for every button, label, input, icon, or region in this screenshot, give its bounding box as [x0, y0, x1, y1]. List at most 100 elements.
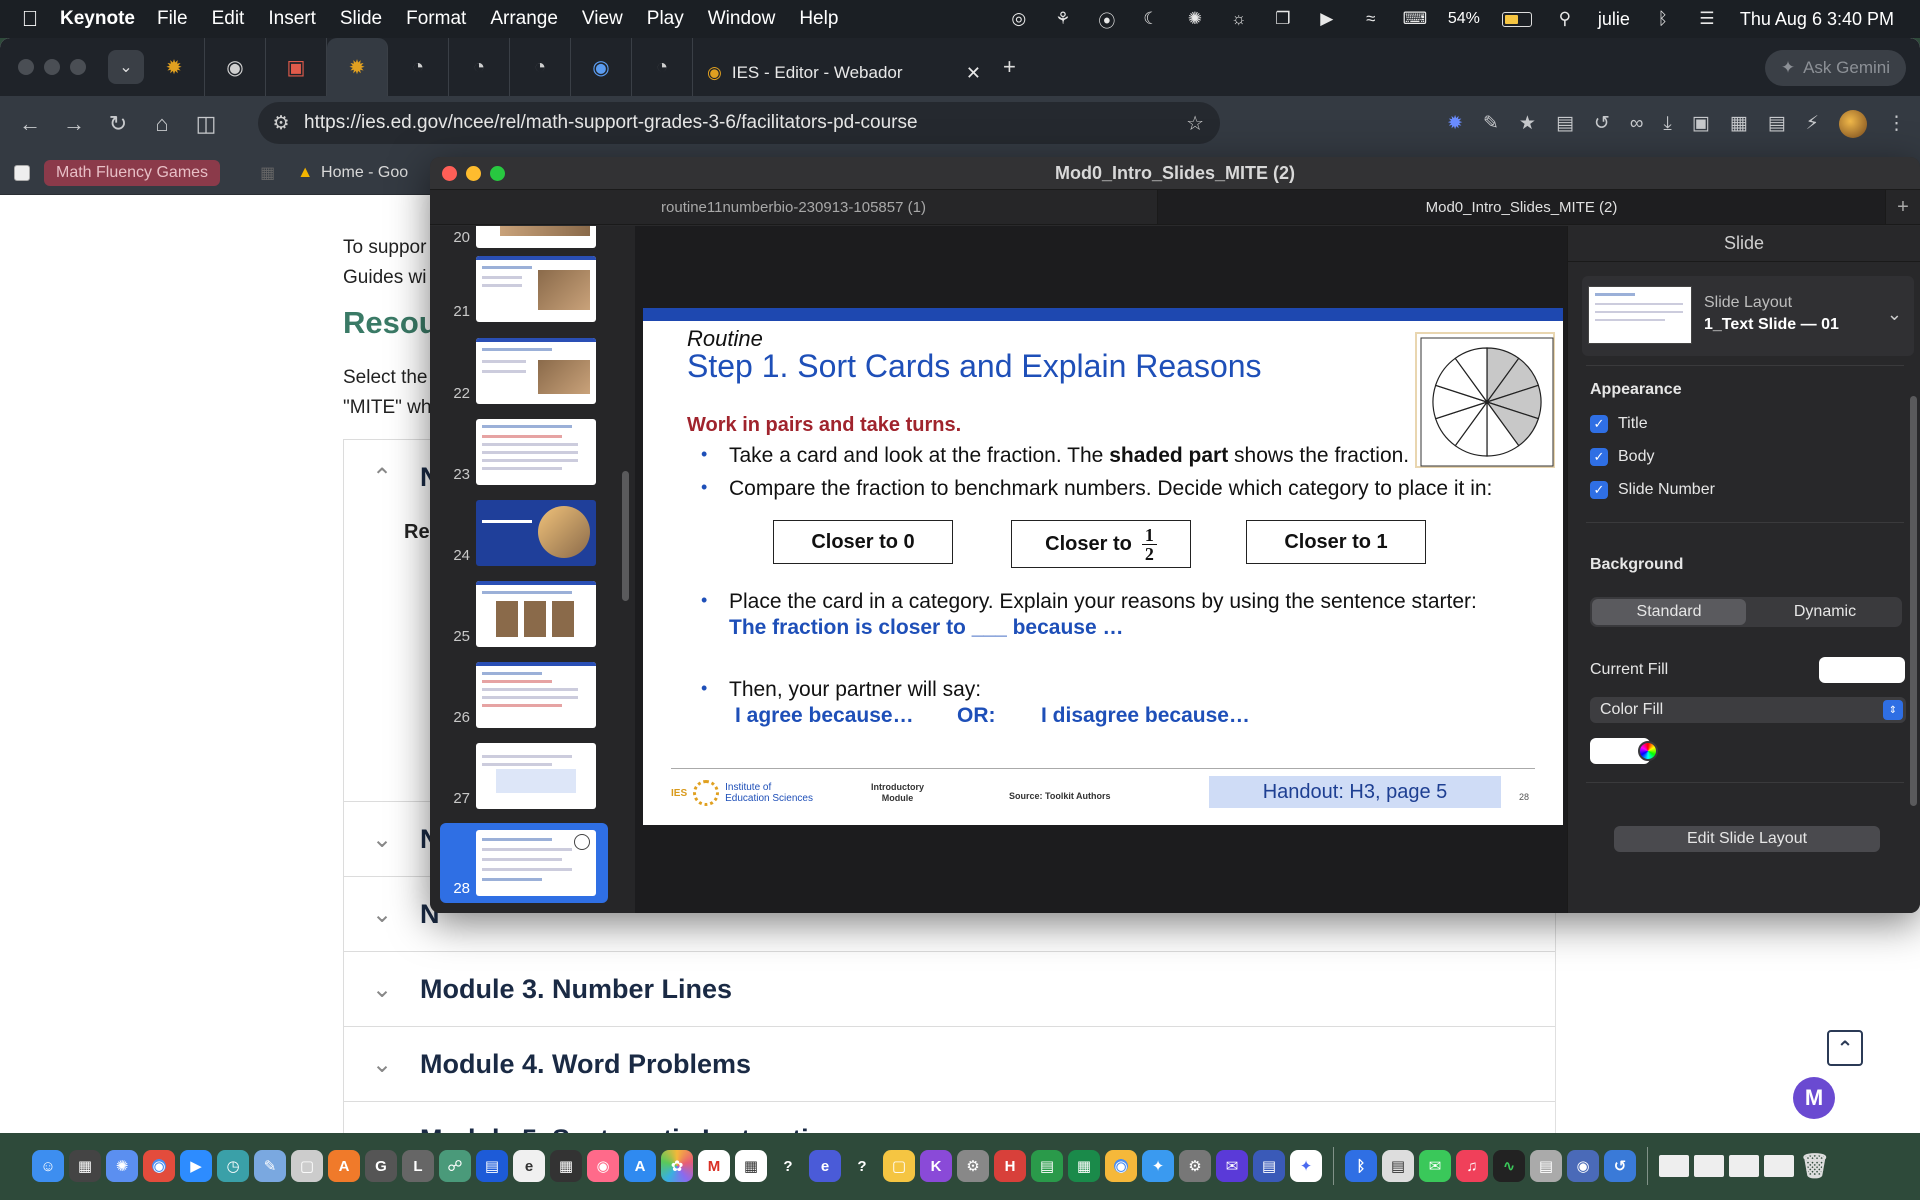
forward-icon[interactable]: → [52, 111, 96, 137]
app-menu[interactable]: Keynote [60, 8, 135, 30]
slide-thumbnail[interactable] [476, 830, 596, 896]
play-circle-icon[interactable]: ▶ [1316, 8, 1338, 30]
time-machine-icon[interactable]: ↺ [1604, 1150, 1636, 1182]
chrome-app-icon-2[interactable]: ◉ [1105, 1150, 1137, 1182]
slide-thumbnail[interactable] [476, 419, 596, 485]
close-window-icon[interactable] [442, 165, 457, 181]
slide-page-number[interactable]: 28 [1519, 792, 1529, 802]
control-center-icon[interactable]: ☰ [1696, 8, 1718, 30]
tab-globe-4[interactable]: ◔ [632, 38, 693, 96]
ask-gemini-button[interactable]: ✦ Ask Gemini [1764, 50, 1906, 86]
clock-app-icon[interactable]: ◷ [217, 1150, 249, 1182]
search-icon[interactable]: ⚲ [1554, 8, 1576, 30]
screen-mirror-icon[interactable]: ❐ [1272, 8, 1294, 30]
unknown-app-icon-2[interactable]: ? [846, 1150, 878, 1182]
accordion-row-module-3[interactable]: ⌄ Module 3. Number Lines [344, 952, 1555, 1027]
menu-view[interactable]: View [582, 8, 623, 30]
globe-icon[interactable]: ◎ [1008, 8, 1030, 30]
slide-28[interactable]: Routine Step 1. Sort Cards and Explain R… [643, 308, 1563, 825]
slide-work-instruction[interactable]: Work in pairs and take turns. [687, 414, 961, 437]
photos-app-icon[interactable]: ✿ [661, 1150, 693, 1182]
tab-maps[interactable]: ◉ [571, 38, 632, 96]
extensions-icon[interactable]: ✎ [1483, 112, 1499, 135]
textedit-app-icon[interactable]: ▤ [1382, 1150, 1414, 1182]
tab-red-app[interactable]: ▣ [266, 38, 327, 96]
split-view-icon[interactable]: ◫ [184, 111, 228, 137]
reading-list-icon[interactable]: ▤ [1556, 112, 1574, 135]
slide-thumbnail[interactable] [476, 226, 596, 248]
more-menu-icon[interactable]: ⋮ [1887, 112, 1906, 135]
scroll-to-top-button[interactable]: ⌃ [1827, 1030, 1863, 1066]
slide-thumbnail[interactable] [476, 662, 596, 728]
keynote-app-icon[interactable]: ▤ [476, 1150, 508, 1182]
messages-app-icon[interactable]: ✉ [1419, 1150, 1451, 1182]
dictionary-app-icon[interactable]: ▤ [1253, 1150, 1285, 1182]
menu-window[interactable]: Window [708, 8, 776, 30]
keyboard-icon[interactable]: ⌨ [1403, 8, 1428, 30]
link-icon[interactable]: ∞ [1630, 113, 1644, 135]
slide-thumbnail[interactable] [476, 338, 596, 404]
slide-thumb-21[interactable]: 21 [430, 256, 635, 324]
user-name[interactable]: julie [1598, 9, 1630, 30]
zoom-window-icon[interactable] [70, 59, 86, 75]
bookmark-math-fluency[interactable]: Math Fluency Games [44, 159, 221, 186]
navigator-scrollbar[interactable] [622, 471, 629, 601]
fraction-pie-image[interactable] [1415, 332, 1555, 468]
category-box-closer-1[interactable]: Closer to 1 [1246, 520, 1426, 564]
slide-thumb-23[interactable]: 23 [430, 419, 635, 487]
close-window-icon[interactable] [18, 59, 34, 75]
back-icon[interactable]: ← [8, 111, 52, 137]
wifi-icon[interactable]: ≈ [1360, 8, 1382, 30]
slide-layout-picker[interactable]: Slide Layout 1_Text Slide — 01 ⌄ [1582, 276, 1914, 356]
add-tab-icon[interactable]: + [1886, 190, 1920, 224]
inspector-scrollbar[interactable] [1910, 396, 1917, 806]
menu-edit[interactable]: Edit [212, 8, 245, 30]
window-thumb-1[interactable] [1659, 1155, 1689, 1177]
slide-thumb-28-selected[interactable]: 28 [430, 823, 635, 903]
slide-title[interactable]: Step 1. Sort Cards and Explain Reasons [687, 348, 1262, 385]
minimize-window-icon[interactable] [466, 165, 481, 181]
appstore-app-icon[interactable]: A [624, 1150, 656, 1182]
checkmark-icon[interactable]: ✓ [1590, 448, 1608, 466]
tab-globe-2[interactable]: ◔ [449, 38, 510, 96]
inspector-tab-slide[interactable]: Slide [1568, 226, 1920, 262]
slide-thumb-22[interactable]: 22 [430, 338, 635, 406]
blank-app-icon[interactable]: ▢ [291, 1150, 323, 1182]
chevron-down-icon[interactable]: ⌄ [344, 1125, 420, 1134]
disk-app-icon[interactable]: ◉ [1567, 1150, 1599, 1182]
menu-help[interactable]: Help [799, 8, 838, 30]
tab-search-icon[interactable]: ⌄ [108, 50, 144, 84]
edit-slide-layout-button[interactable]: Edit Slide Layout [1614, 826, 1880, 852]
slide-thumbnail[interactable] [476, 581, 596, 647]
slide-thumbnail[interactable] [476, 500, 596, 566]
k-app-icon[interactable]: K [920, 1150, 952, 1182]
introductory-module-label[interactable]: Introductory Module [871, 782, 924, 804]
profile-avatar[interactable] [1839, 109, 1867, 138]
slide-thumbnail[interactable] [476, 256, 596, 322]
finder-icon[interactable]: ☺ [32, 1150, 64, 1182]
trash-icon[interactable]: 🗑 [1799, 1150, 1831, 1182]
menu-slide[interactable]: Slide [340, 8, 382, 30]
window-thumb-3[interactable] [1729, 1155, 1759, 1177]
checkbox-slide-number[interactable]: ✓ Slide Number [1590, 481, 1715, 499]
segment-standard[interactable]: Standard [1592, 599, 1746, 625]
fan-icon[interactable]: ✺ [1184, 8, 1206, 30]
extension-1-icon[interactable]: ✹ [1447, 112, 1463, 135]
h-app-icon[interactable]: H [994, 1150, 1026, 1182]
menu-insert[interactable]: Insert [268, 8, 316, 30]
airdrop-icon[interactable]: ⦿ [1096, 8, 1118, 31]
checkmark-icon[interactable]: ✓ [1590, 415, 1608, 433]
chrome-app-icon[interactable]: ◉ [143, 1150, 175, 1182]
chevron-down-icon[interactable]: ⌄ [1887, 304, 1902, 325]
download-icon[interactable]: ⤓ [1663, 113, 1671, 135]
music-app-icon[interactable]: ♫ [1456, 1150, 1488, 1182]
keynote-tab-routine[interactable]: routine11numberbio-230913-105857 (1) [430, 190, 1158, 224]
zoom-app-icon[interactable]: ▶ [180, 1150, 212, 1182]
bookmark-home[interactable]: ▲ Home - Goo [297, 164, 408, 182]
current-fill-swatch[interactable] [1819, 657, 1905, 683]
slide-thumb-20[interactable]: 20 [430, 226, 635, 250]
slide-thumb-25[interactable]: 25 [430, 581, 635, 649]
chevron-down-icon[interactable]: ⌄ [344, 1050, 420, 1079]
menu-play[interactable]: Play [647, 8, 684, 30]
classroom-app-icon[interactable]: ▤ [1031, 1150, 1063, 1182]
